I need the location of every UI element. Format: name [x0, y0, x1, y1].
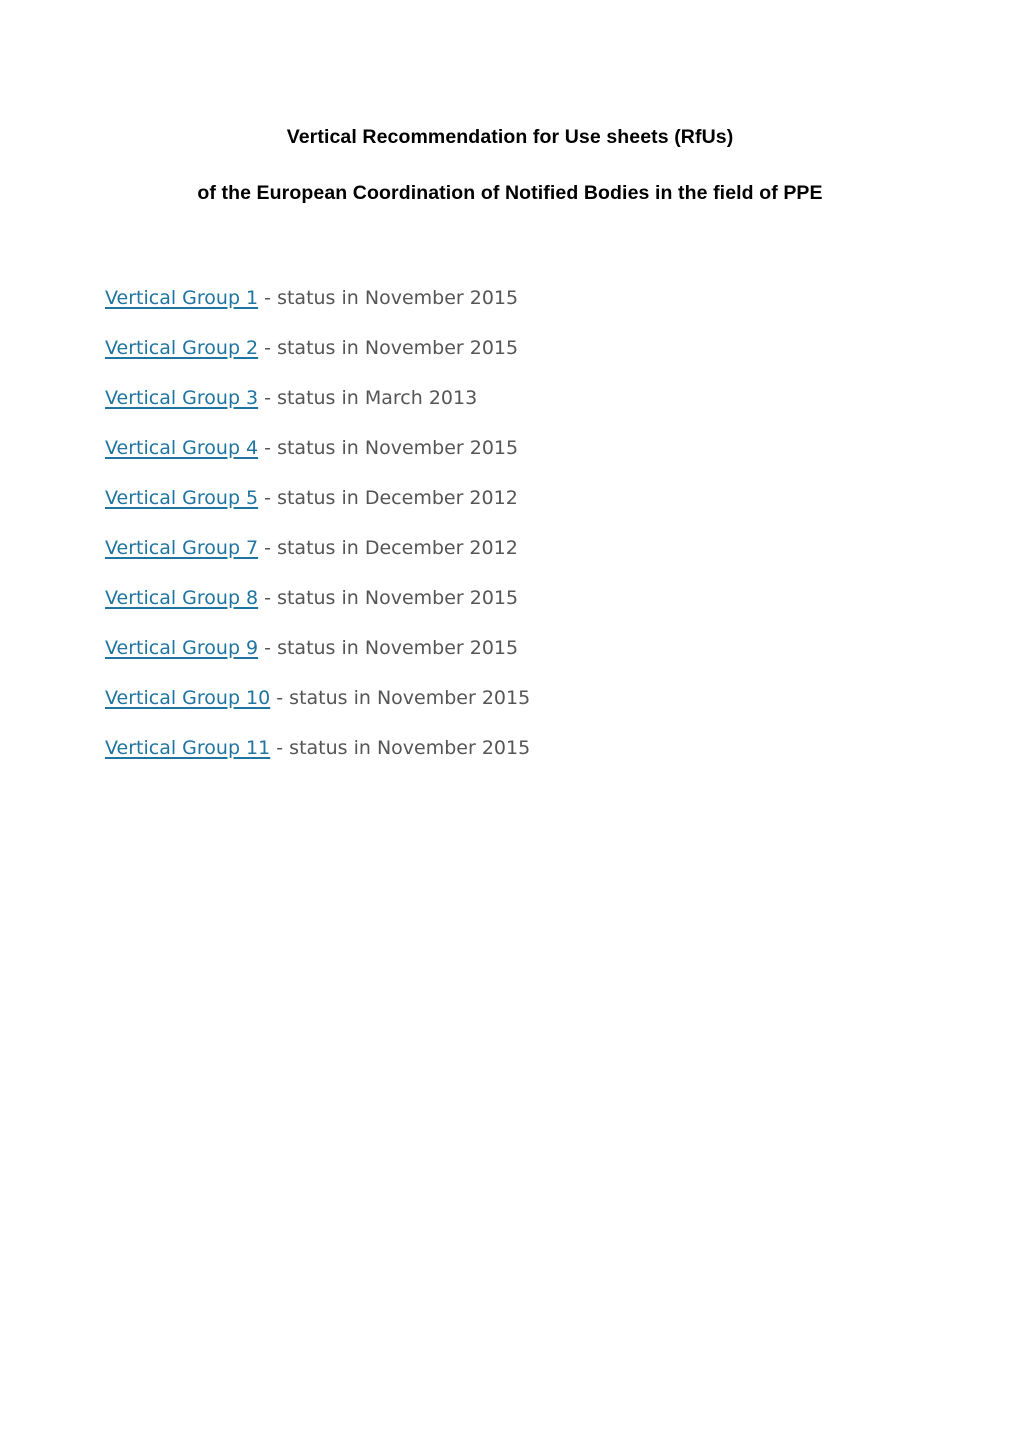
list-item: Vertical Group 3 - status in March 2013	[105, 385, 905, 411]
vertical-group-status: - status in December 2012	[258, 487, 518, 509]
vertical-group-link[interactable]: Vertical Group 5	[105, 487, 258, 509]
list-item: Vertical Group 9 - status in November 20…	[105, 635, 905, 661]
vertical-group-link[interactable]: Vertical Group 11	[105, 737, 270, 759]
vertical-group-link[interactable]: Vertical Group 7	[105, 537, 258, 559]
vertical-group-link[interactable]: Vertical Group 9	[105, 637, 258, 659]
vertical-group-status: - status in November 2015	[270, 737, 531, 759]
vertical-group-link[interactable]: Vertical Group 8	[105, 587, 258, 609]
list-item: Vertical Group 7 - status in December 20…	[105, 535, 905, 561]
vertical-group-link[interactable]: Vertical Group 1	[105, 287, 258, 309]
list-item: Vertical Group 2 - status in November 20…	[105, 335, 905, 361]
vertical-group-status: - status in November 2015	[258, 287, 519, 309]
vertical-group-status: - status in November 2015	[258, 587, 519, 609]
vertical-group-status: - status in December 2012	[258, 537, 518, 559]
vertical-group-link[interactable]: Vertical Group 3	[105, 387, 258, 409]
page-title-line-2: of the European Coordination of Notified…	[197, 182, 823, 204]
vertical-group-status: - status in November 2015	[258, 637, 519, 659]
list-item: Vertical Group 8 - status in November 20…	[105, 585, 905, 611]
vertical-group-status: - status in March 2013	[258, 387, 478, 409]
vertical-group-status: - status in November 2015	[258, 437, 519, 459]
vertical-group-status: - status in November 2015	[270, 687, 531, 709]
list-item: Vertical Group 4 - status in November 20…	[105, 435, 905, 461]
list-item: Vertical Group 5 - status in December 20…	[105, 485, 905, 511]
document-page: Vertical Recommendation for Use sheets (…	[0, 0, 1020, 1443]
document-title-block: Vertical Recommendation for Use sheets (…	[0, 124, 1020, 206]
vertical-group-link[interactable]: Vertical Group 2	[105, 337, 258, 359]
vertical-group-list: Vertical Group 1 - status in November 20…	[105, 285, 905, 761]
page-title-line-1: Vertical Recommendation for Use sheets (…	[286, 126, 734, 148]
vertical-group-link[interactable]: Vertical Group 4	[105, 437, 258, 459]
list-item: Vertical Group 11 - status in November 2…	[105, 735, 905, 761]
vertical-group-link[interactable]: Vertical Group 10	[105, 687, 270, 709]
list-item: Vertical Group 10 - status in November 2…	[105, 685, 905, 711]
vertical-group-status: - status in November 2015	[258, 337, 519, 359]
list-item: Vertical Group 1 - status in November 20…	[105, 285, 905, 311]
